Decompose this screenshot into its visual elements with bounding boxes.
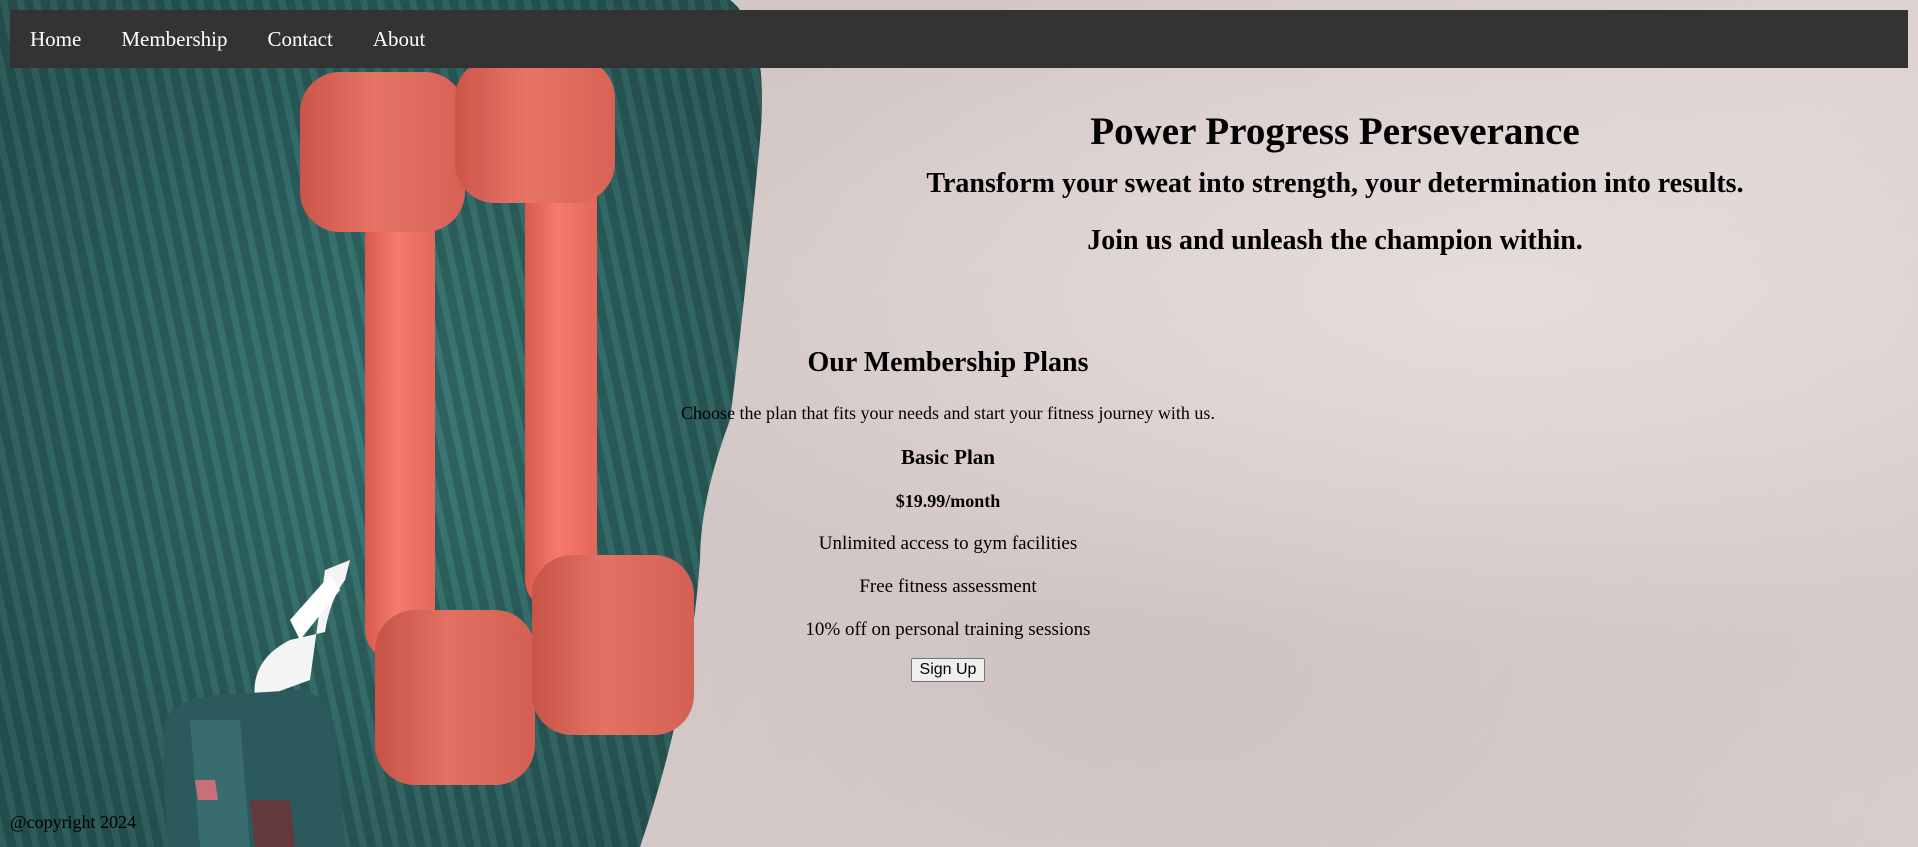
- nav-contact-link[interactable]: Contact: [247, 10, 352, 68]
- plan-features-list: Unlimited access to gym facilities Free …: [630, 532, 1266, 642]
- hero-title: Power Progress Perseverance: [1090, 110, 1580, 153]
- hero-tagline-2: Join us and unleash the champion within.: [1087, 225, 1583, 256]
- plan-card-basic: Basic Plan $19.99/month Unlimited access…: [630, 443, 1266, 682]
- hero-section: Power Progress Perseverance Transform yo…: [880, 108, 1790, 261]
- membership-intro: Choose the plan that fits your needs and…: [681, 403, 1215, 423]
- sign-up-button[interactable]: Sign Up: [910, 658, 986, 682]
- plan-feature: 10% off on personal training sessions: [805, 619, 1091, 640]
- hero-tagline-1: Transform your sweat into strength, your…: [926, 168, 1744, 199]
- nav-membership-link[interactable]: Membership: [101, 10, 247, 68]
- top-navbar: Home Membership Contact About: [10, 10, 1908, 68]
- membership-heading: Our Membership Plans: [807, 347, 1089, 378]
- nav-home-link[interactable]: Home: [10, 10, 101, 68]
- nav-about-link[interactable]: About: [353, 10, 446, 68]
- plan-price: $19.99/month: [895, 491, 1001, 511]
- plan-feature: Unlimited access to gym facilities: [818, 533, 1078, 554]
- plan-name: Basic Plan: [901, 445, 995, 469]
- plan-feature: Free fitness assessment: [859, 576, 1037, 597]
- copyright-footer: @copyright 2024: [10, 812, 137, 832]
- membership-section: Our Membership Plans Choose the plan tha…: [630, 344, 1266, 682]
